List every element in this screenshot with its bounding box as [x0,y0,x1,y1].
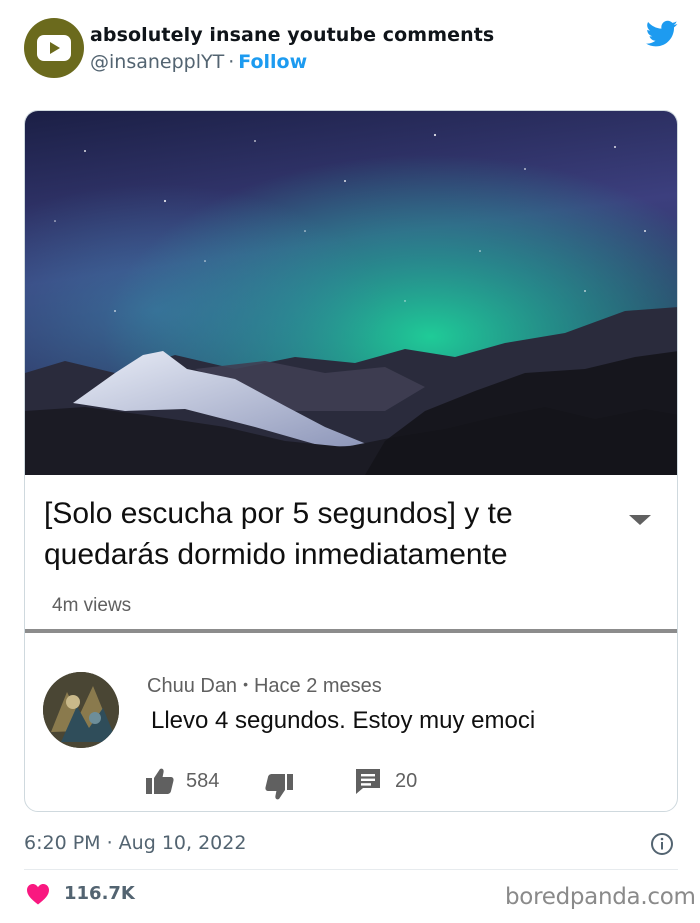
chevron-down-icon[interactable] [629,515,651,525]
watermark: boredpanda.com [505,884,696,910]
dislike-button[interactable] [265,773,293,801]
comment-meta: Chuu Dan • Hace 2 meses [147,675,382,698]
video-title[interactable]: [Solo escucha por 5 segundos] y te queda… [44,493,624,575]
comment-text: Llevo 4 segundos. Estoy muy emoci [151,707,536,734]
follow-link[interactable]: Follow [238,51,307,73]
reply-button[interactable]: 20 [355,767,417,795]
reply-icon [356,769,380,794]
thumbs-down-icon [265,774,293,800]
account-name[interactable]: absolutely insane youtube comments [90,24,494,46]
reply-count: 20 [395,769,418,792]
profile-avatar[interactable] [24,18,84,78]
info-icon[interactable] [650,832,674,856]
tweet-like-count: 116.7K [64,883,135,904]
tweet-timestamp[interactable]: 6:20 PM · Aug 10, 2022 [24,832,246,854]
meta-separator: • [243,676,248,692]
heart-icon[interactable] [26,883,50,905]
separator-dot: · [228,51,235,73]
tweet-header: absolutely insane youtube comments @insa… [24,18,678,82]
view-count: 4m views [52,595,132,616]
thumbs-up-icon [146,768,174,794]
media-card[interactable]: [Solo escucha por 5 segundos] y te queda… [24,110,678,812]
like-count: 584 [186,769,220,792]
youtube-logo-icon [37,35,71,61]
comment-author[interactable]: Chuu Dan [147,675,237,697]
section-divider [25,629,677,633]
footer-divider [24,869,678,870]
account-handle[interactable]: @insanepplYT [90,51,224,73]
comment-time: Hace 2 meses [253,675,382,697]
handle-line: @insanepplYT · Follow [90,51,307,73]
aurora-mountain-photo [25,111,677,475]
like-button[interactable]: 584 [146,767,219,795]
commenter-avatar[interactable] [43,672,119,748]
twitter-bird-icon[interactable] [646,20,678,48]
